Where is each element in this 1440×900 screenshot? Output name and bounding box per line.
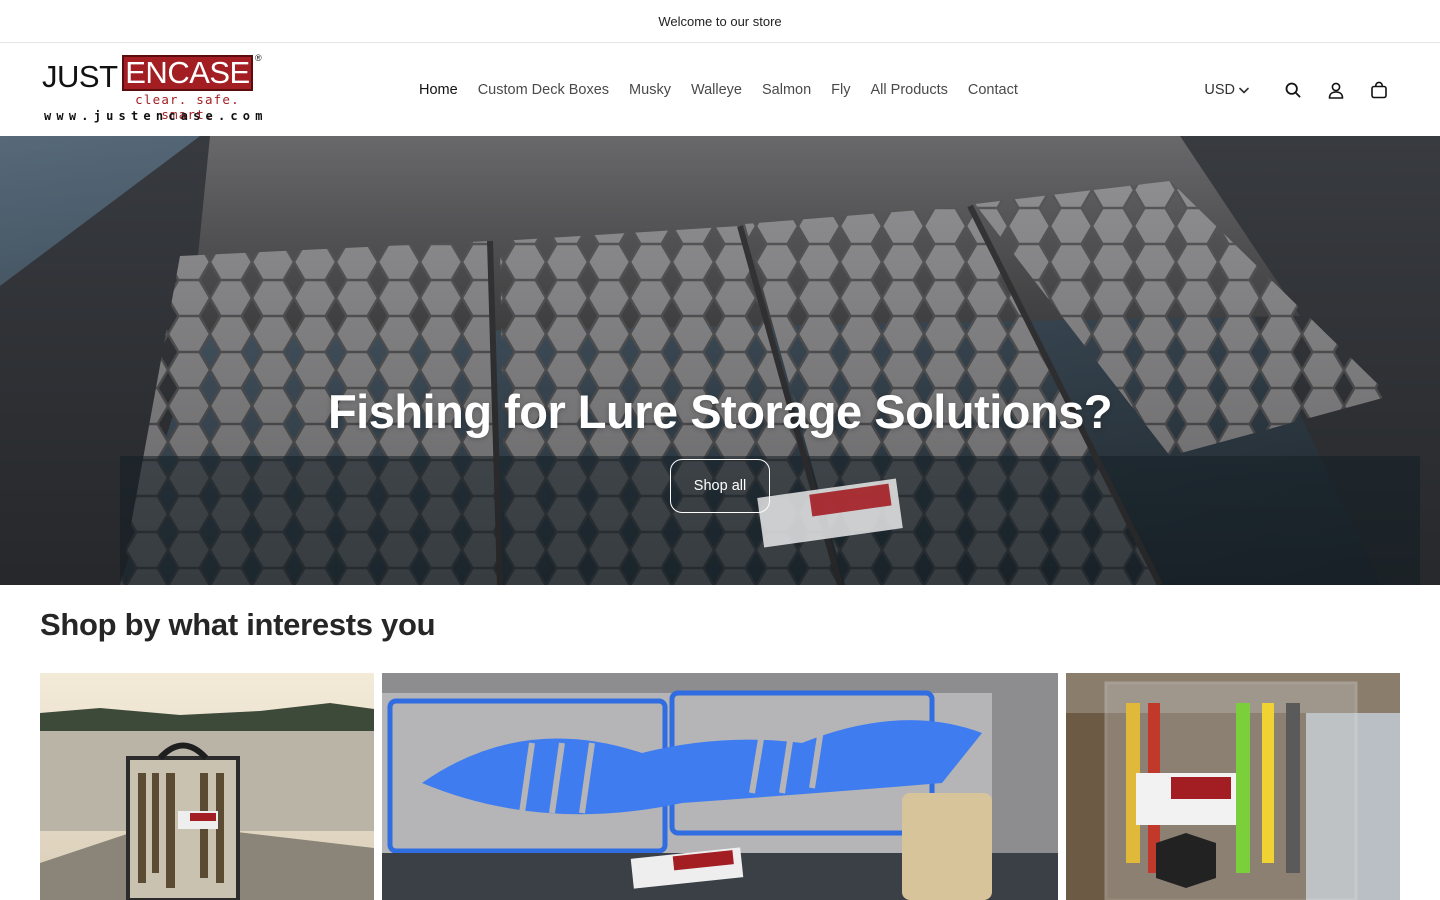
brand-logo[interactable]: JUST ENCASE ® clear. safe. smart. www.ju… <box>42 53 264 125</box>
hero-banner: Fishing for Lure Storage Solutions? Shop… <box>0 136 1440 585</box>
currency-selector[interactable]: USD <box>1204 82 1249 98</box>
account-button[interactable] <box>1314 77 1357 103</box>
cart-button[interactable] <box>1357 77 1400 103</box>
cart-icon <box>1370 81 1387 99</box>
nav-fly[interactable]: Fly <box>821 79 860 101</box>
logo-encase-box: ENCASE <box>122 55 253 91</box>
collection-image-3 <box>1066 673 1400 900</box>
nav-musky[interactable]: Musky <box>619 79 681 101</box>
logo-url: www.justencase.com <box>44 109 268 123</box>
nav-home[interactable]: Home <box>409 79 468 101</box>
shop-all-button[interactable]: Shop all <box>670 459 770 513</box>
main-nav: Home Custom Deck Boxes Musky Walleye Sal… <box>409 79 1028 101</box>
logo-word-encase: ENCASE <box>125 55 250 90</box>
nav-all-products[interactable]: All Products <box>861 79 958 101</box>
search-icon <box>1285 82 1300 98</box>
collection-image-1 <box>40 673 374 900</box>
collection-tile-1[interactable] <box>40 673 374 900</box>
chevron-down-icon <box>1239 87 1249 93</box>
hero-image <box>0 136 1440 585</box>
site-header: JUST ENCASE ® clear. safe. smart. www.ju… <box>0 43 1440 136</box>
nav-salmon[interactable]: Salmon <box>752 79 821 101</box>
nav-walleye[interactable]: Walleye <box>681 79 752 101</box>
logo-word-just: JUST <box>42 59 118 94</box>
account-icon <box>1328 82 1343 99</box>
section-title: Shop by what interests you <box>40 607 436 642</box>
currency-label: USD <box>1204 82 1235 98</box>
nav-contact[interactable]: Contact <box>958 79 1028 101</box>
search-button[interactable] <box>1271 77 1314 103</box>
announcement-bar: Welcome to our store <box>0 0 1440 43</box>
hero-title: Fishing for Lure Storage Solutions? <box>327 385 1113 438</box>
collection-image-2 <box>382 673 1058 900</box>
header-actions: USD <box>1204 77 1400 103</box>
announcement-text: Welcome to our store <box>658 13 782 29</box>
nav-custom-deck-boxes[interactable]: Custom Deck Boxes <box>468 79 619 101</box>
collection-tile-2[interactable] <box>382 673 1058 900</box>
collection-tile-3[interactable] <box>1066 673 1400 900</box>
logo-registered-mark: ® <box>255 53 262 63</box>
